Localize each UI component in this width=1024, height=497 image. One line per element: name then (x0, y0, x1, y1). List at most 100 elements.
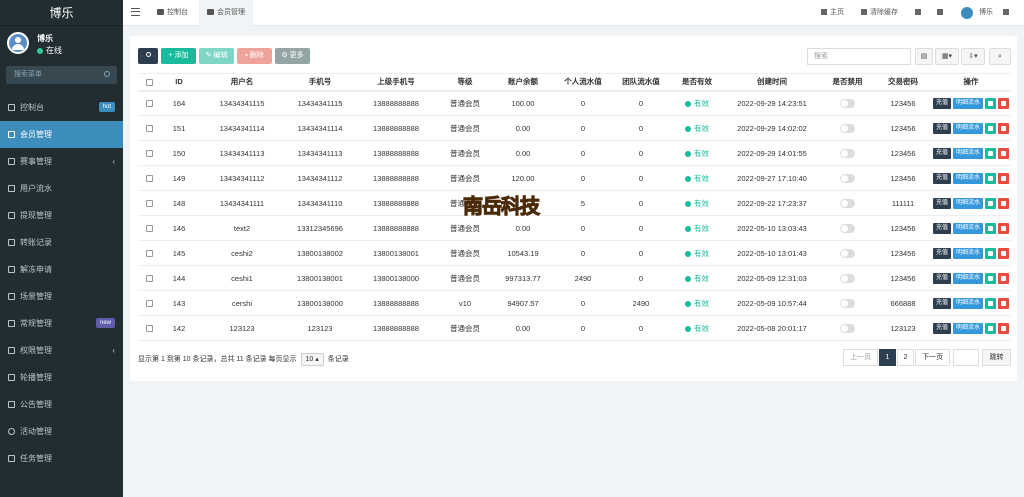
menu-toggle-icon[interactable] (131, 8, 140, 16)
flow-detail-button[interactable]: 明细流水 (953, 222, 984, 234)
tab-members[interactable]: 会员管理 (199, 0, 253, 26)
sidebar-item-members[interactable]: 会员管理 (0, 121, 123, 148)
edit-row-icon[interactable] (985, 297, 997, 309)
delete-row-icon[interactable] (998, 147, 1010, 159)
edit-row-icon[interactable] (985, 222, 997, 234)
tab-console[interactable]: 控制台 (149, 0, 196, 26)
delete-row-icon[interactable] (998, 197, 1010, 209)
recharge-button[interactable]: 充值 (932, 297, 951, 309)
table-search-input[interactable]: 搜索 (807, 48, 911, 65)
table-row[interactable]: 148 13434341111 13434341110 13888888888 普通会员… (138, 190, 1011, 216)
sidebar-item-venue[interactable]: 场景管理 (0, 283, 123, 310)
edit-row-icon[interactable] (985, 322, 997, 334)
recharge-button[interactable]: 充值 (932, 247, 951, 259)
recharge-button[interactable]: 充值 (932, 272, 951, 284)
home-link[interactable]: 主页 (821, 0, 844, 26)
col-header[interactable]: 团队流水值 (612, 73, 670, 92)
col-header[interactable]: 是否有效 (670, 73, 724, 92)
table-row[interactable]: 150 13434341113 13434341113 13888888888 普通会员… (138, 140, 1011, 166)
recharge-button[interactable]: 充值 (932, 222, 951, 234)
row-checkbox[interactable] (145, 325, 153, 333)
col-header[interactable]: 用户名 (198, 73, 286, 92)
table-row[interactable]: 146 text2 13312345696 13888888888 普通会员 0.00 0 0… (138, 215, 1011, 241)
flow-detail-button[interactable]: 明细流水 (953, 147, 984, 159)
row-checkbox[interactable] (145, 275, 153, 283)
edit-row-icon[interactable] (985, 147, 997, 159)
col-header[interactable]: 等级 (438, 73, 492, 92)
row-checkbox[interactable] (145, 200, 153, 208)
edit-row-icon[interactable] (985, 172, 997, 184)
sidebar-item-notice[interactable]: 公告管理 (0, 391, 123, 418)
sidebar-item-user-flow[interactable]: 用户流水 (0, 175, 123, 202)
prev-page-button[interactable]: 上一页 (843, 349, 878, 366)
recharge-button[interactable]: 充值 (932, 172, 951, 184)
flow-detail-button[interactable]: 明细流水 (953, 272, 984, 284)
sidebar-item-transfer[interactable]: 转账记录 (0, 229, 123, 256)
row-checkbox[interactable] (145, 250, 153, 258)
sidebar-item-unfreeze[interactable]: 解冻申请 (0, 256, 123, 283)
table-row[interactable]: 144 ceshi1 13800138001 13800138000 普通会员 99731… (138, 265, 1011, 291)
row-checkbox[interactable] (145, 225, 153, 233)
more-button[interactable]: ⚙ 更多 (275, 48, 310, 64)
next-page-button[interactable]: 下一页 (915, 349, 950, 366)
edit-row-icon[interactable] (985, 197, 997, 209)
clear-cache-button[interactable]: 清除缓存 (861, 0, 898, 26)
row-select-cell[interactable] (138, 165, 160, 191)
row-select-cell[interactable] (138, 290, 160, 316)
toggle-view-button[interactable]: ▤ (915, 48, 933, 65)
delete-row-icon[interactable] (998, 322, 1010, 334)
flow-detail-button[interactable]: 明细流水 (953, 322, 984, 334)
col-header[interactable]: 创建时间 (724, 73, 820, 92)
expand-button[interactable] (937, 0, 943, 26)
add-button[interactable]: + 添加 (161, 48, 196, 64)
delete-row-icon[interactable] (998, 97, 1010, 109)
disabled-toggle[interactable] (840, 99, 855, 108)
disabled-toggle[interactable] (840, 198, 855, 208)
sidebar-item-task[interactable]: 任务管理 (0, 445, 123, 472)
settings-button[interactable] (1003, 0, 1009, 26)
table-row[interactable]: 164 13434341115 13434341115 13888888888 普通会员… (138, 90, 1011, 116)
disabled-toggle[interactable] (840, 323, 855, 333)
select-all-cell[interactable] (138, 73, 160, 92)
fullscreen-button[interactable] (915, 0, 921, 26)
delete-row-icon[interactable] (998, 297, 1010, 309)
flow-detail-button[interactable]: 明细流水 (953, 122, 984, 134)
page-button-2[interactable]: 2 (897, 349, 914, 366)
top-username[interactable]: 博乐 (979, 0, 993, 26)
recharge-button[interactable]: 充值 (932, 147, 951, 159)
delete-row-icon[interactable] (998, 272, 1010, 284)
row-checkbox[interactable] (145, 150, 153, 158)
refresh-button[interactable] (138, 48, 158, 64)
col-header[interactable]: 账户余额 (492, 73, 554, 92)
table-row[interactable]: 149 13434341112 13434341112 13888888888 普通会员… (138, 165, 1011, 191)
sidebar-item-withdraw[interactable]: 提现管理 (0, 202, 123, 229)
sidebar-item-events[interactable]: 赛事管理 ‹ (0, 148, 123, 175)
disabled-toggle[interactable] (840, 173, 855, 183)
delete-row-icon[interactable] (998, 222, 1010, 234)
row-select-cell[interactable] (138, 265, 160, 291)
disabled-toggle[interactable] (840, 298, 855, 308)
recharge-button[interactable]: 充值 (932, 322, 951, 334)
row-select-cell[interactable] (138, 215, 160, 241)
recharge-button[interactable]: 充值 (932, 197, 951, 209)
flow-detail-button[interactable]: 明细流水 (953, 172, 984, 184)
disabled-toggle[interactable] (840, 248, 855, 258)
sidebar-item-permission[interactable]: 权限管理 ‹ (0, 337, 123, 364)
select-all-checkbox[interactable] (145, 78, 153, 86)
delete-row-icon[interactable] (998, 247, 1010, 259)
jump-button[interactable]: 跳转 (982, 349, 1011, 366)
col-header[interactable]: 是否禁用 (820, 73, 875, 92)
sidebar-item-carousel[interactable]: 轮播管理 (0, 364, 123, 391)
table-row[interactable]: 151 13434341114 13434341114 13888888888 普通会员… (138, 115, 1011, 141)
delete-row-icon[interactable] (998, 172, 1010, 184)
disabled-toggle[interactable] (840, 123, 855, 133)
sidebar-search-input[interactable]: 搜索菜单 (6, 66, 117, 84)
table-row[interactable]: 142 123123 123123 13888888888 普通会员 0.00 0 0 有效 20… (138, 315, 1011, 341)
disabled-toggle[interactable] (840, 148, 855, 158)
flow-detail-button[interactable]: 明细流水 (953, 247, 984, 259)
col-header[interactable]: 个人流水值 (554, 73, 612, 92)
delete-row-icon[interactable] (998, 122, 1010, 134)
flow-detail-button[interactable]: 明细流水 (953, 297, 984, 309)
jump-page-input[interactable] (953, 349, 979, 366)
delete-button[interactable]: ▪ 删除 (237, 48, 272, 64)
